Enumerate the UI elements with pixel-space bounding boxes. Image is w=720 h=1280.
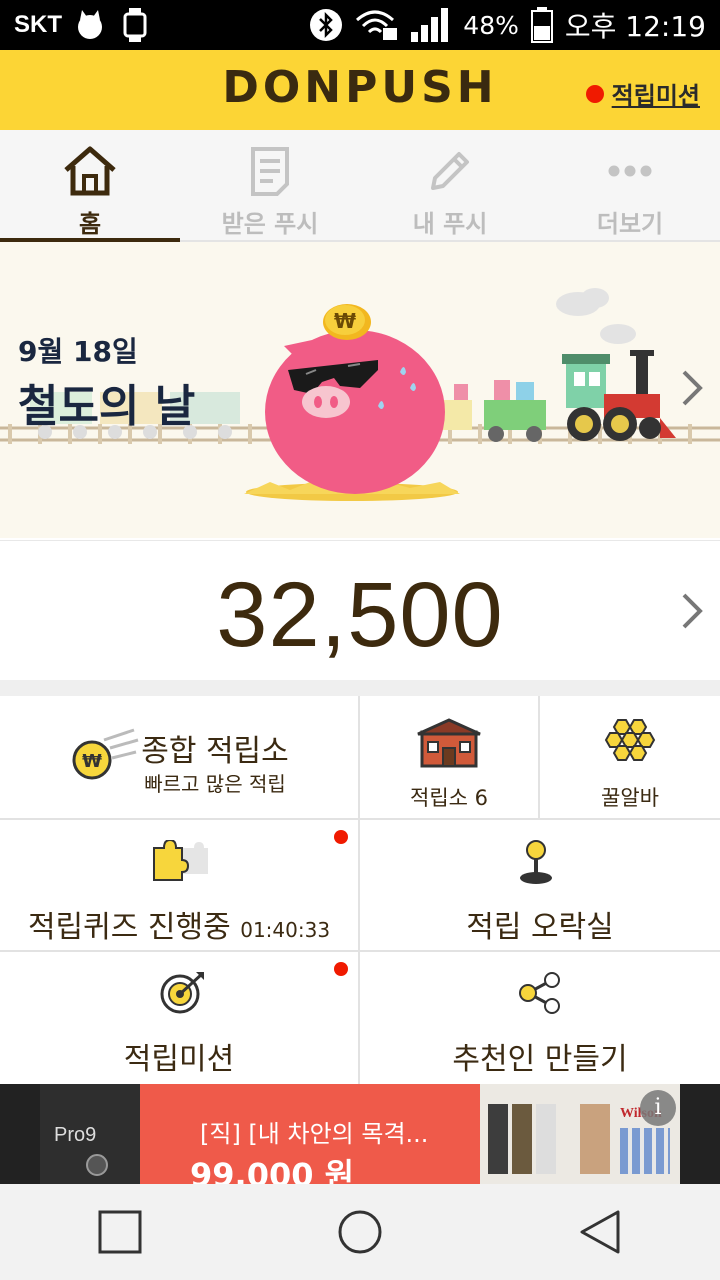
tab-my-push[interactable]: 내 푸시: [360, 130, 540, 240]
notification-dot: [334, 962, 348, 976]
arcade-cell[interactable]: 적립 오락실: [360, 820, 720, 952]
coat-figure: [488, 1104, 508, 1174]
signal-icon: [411, 8, 451, 42]
honey-label: 꿀알바: [601, 786, 659, 810]
menu-grid: ₩ 종합 적립소 빠르고 많은 적립 적립소 6 꿀알바 적립퀴즈 진행중 01…: [0, 696, 720, 1084]
back-triangle-icon: [580, 1210, 620, 1254]
target-icon: [158, 970, 206, 1018]
app-header: DONPUSH 적립미션: [0, 50, 720, 130]
quiz-label: 적립퀴즈 진행중: [27, 910, 231, 945]
tab-more-label: 더보기: [596, 210, 664, 238]
combined-store-subtitle: 빠르고 많은 적립: [144, 772, 286, 796]
coat-figure: [512, 1104, 532, 1174]
honeycomb-icon: [604, 718, 658, 766]
store-label: 적립소 6: [410, 786, 488, 810]
tab-my-push-label: 내 푸시: [412, 210, 488, 238]
store-cell[interactable]: 적립소 6: [360, 696, 540, 820]
more-dots-icon: [605, 146, 655, 200]
recommend-cell[interactable]: 추천인 만들기: [360, 952, 720, 1084]
balance-row[interactable]: 32,500: [0, 540, 720, 680]
notification-dot: [585, 84, 604, 103]
model-figure: [580, 1104, 610, 1174]
ad-text-panel: [직] [내 차안의 목격... 99,000 원: [140, 1084, 480, 1184]
square-icon: [98, 1210, 142, 1254]
document-icon: [245, 146, 295, 200]
mission-cell[interactable]: 적립미션: [0, 952, 360, 1084]
tab-received-push-label: 받은 푸시: [221, 210, 319, 238]
battery-percent: 48%: [463, 10, 519, 40]
banner-title: 철도의 날: [18, 381, 196, 432]
recent-apps-button[interactable]: [60, 1184, 180, 1280]
banner-date: 9월 18일: [18, 335, 138, 368]
recommend-label: 추천인 만들기: [452, 1042, 628, 1077]
battery-icon: [530, 7, 553, 43]
status-bar: SKT 48% 오후 12:19: [0, 0, 720, 50]
cat-icon: [72, 10, 108, 40]
carrier-label: SKT: [14, 11, 62, 38]
share-icon: [518, 972, 562, 1018]
event-banner[interactable]: ₩ 9월 18일 철도의 날: [0, 242, 720, 538]
tab-received-push[interactable]: 받은 푸시: [180, 130, 360, 240]
tab-home[interactable]: 홈: [0, 130, 180, 242]
pencil-icon: [425, 146, 475, 200]
notification-dot: [334, 830, 348, 844]
ad-left-brand: Pro9: [54, 1124, 97, 1146]
shorts-grid: [620, 1128, 670, 1174]
ad-line-1: [직] [내 차안의 목격...: [200, 1120, 429, 1148]
tab-more[interactable]: 더보기: [540, 130, 720, 240]
ad-line-2: 99,000 원: [190, 1156, 355, 1184]
svg-text:₩: ₩: [334, 309, 356, 333]
combined-store-cell[interactable]: ₩ 종합 적립소 빠르고 많은 적립: [0, 696, 360, 820]
store-building-icon: [416, 718, 482, 772]
home-button[interactable]: [300, 1184, 420, 1280]
mission-link-label: 적립미션: [611, 82, 700, 110]
tab-bar: 홈 받은 푸시 내 푸시 더보기: [0, 130, 720, 242]
circle-icon: [338, 1210, 382, 1254]
wifi-lock-icon: [355, 8, 399, 42]
coat-figure: [536, 1104, 556, 1174]
chevron-right-icon[interactable]: [680, 591, 704, 635]
ad-product-left: Pro9: [40, 1084, 140, 1184]
tab-home-label: 홈: [78, 210, 102, 238]
chevron-right-icon[interactable]: [680, 368, 704, 412]
combined-store-title: 종합 적립소: [141, 734, 289, 769]
joystick-icon: [516, 840, 556, 888]
mission-link[interactable]: 적립미션: [585, 76, 700, 111]
honey-cell[interactable]: 꿀알바: [540, 696, 720, 820]
quiz-timer: 01:40:33: [240, 918, 331, 942]
arcade-label: 적립 오락실: [466, 910, 614, 945]
balance-amount: 32,500: [216, 564, 504, 666]
ad-info-icon[interactable]: i: [640, 1090, 676, 1126]
system-nav-bar: [0, 1184, 720, 1280]
watch-icon: [122, 8, 148, 42]
bluetooth-icon: [309, 8, 343, 42]
dial-shape: [86, 1154, 108, 1176]
ad-banner[interactable]: Pro9 [직] [내 차안의 목격... 99,000 원 Wilson i: [0, 1084, 720, 1184]
puzzle-icon: [150, 838, 210, 888]
section-divider: [0, 680, 720, 696]
clock: 오후 12:19: [564, 10, 706, 43]
home-icon: [62, 146, 118, 200]
quiz-cell[interactable]: 적립퀴즈 진행중 01:40:33: [0, 820, 360, 952]
quiz-label-row: 적립퀴즈 진행중 01:40:33: [0, 902, 358, 946]
mission-label: 적립미션: [123, 1042, 235, 1077]
back-button[interactable]: [540, 1184, 660, 1280]
